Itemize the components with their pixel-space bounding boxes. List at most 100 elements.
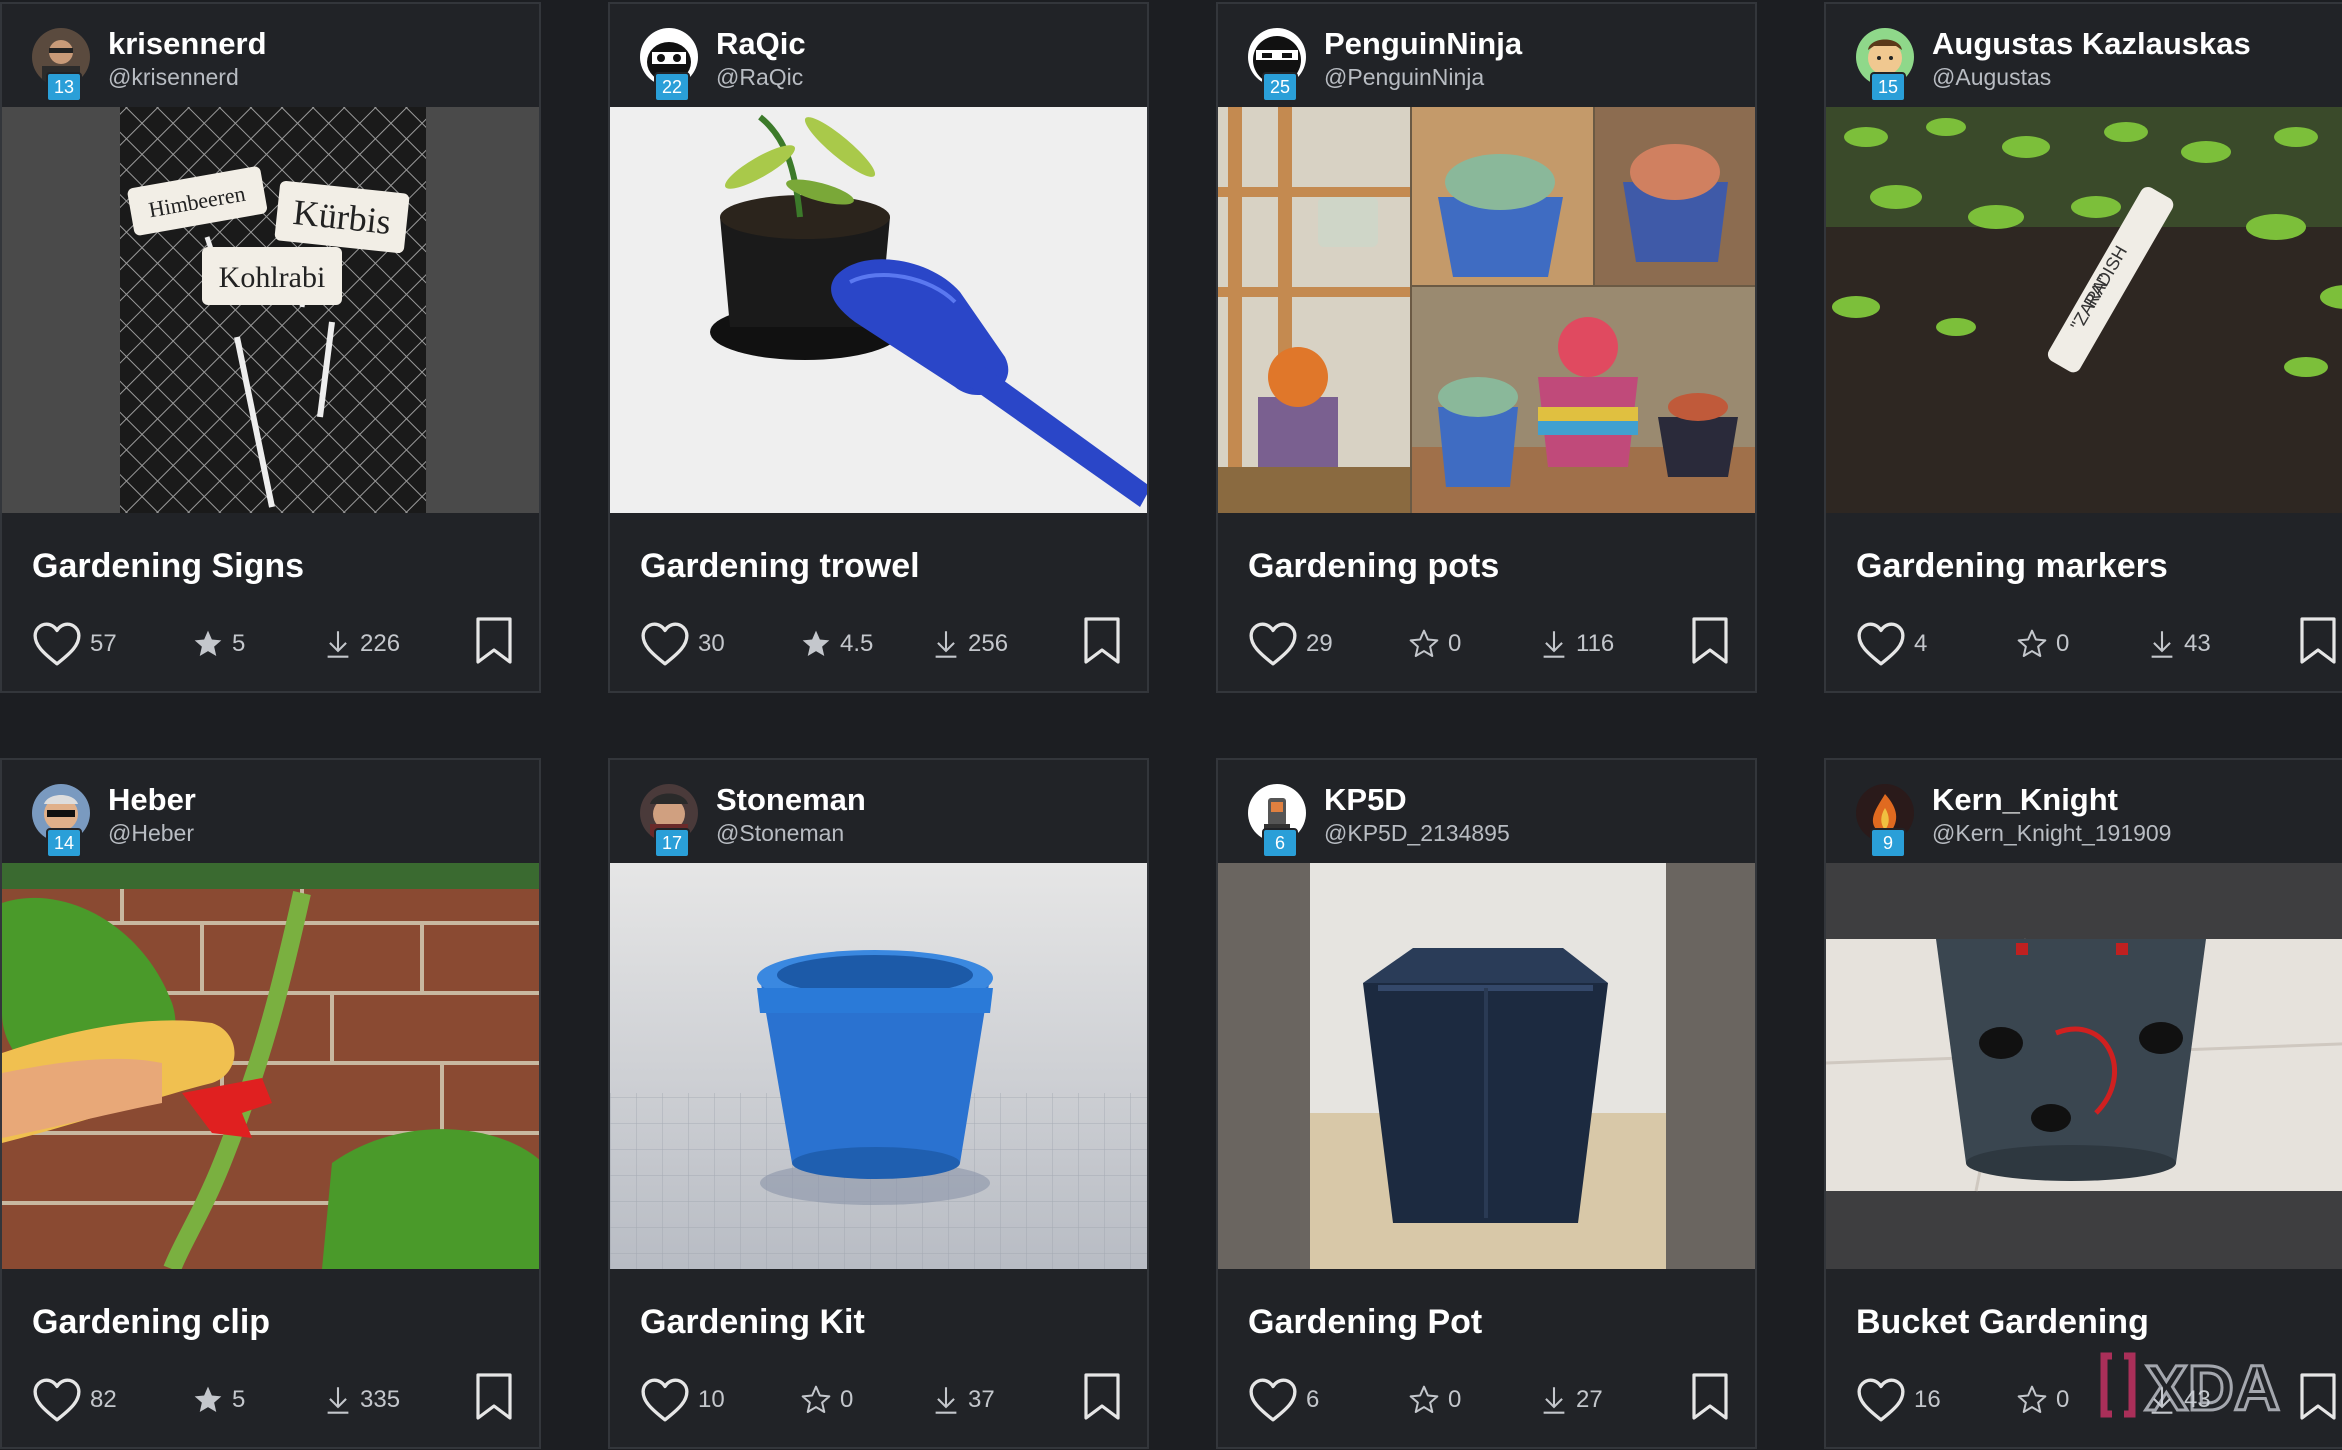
bookmark-button[interactable] (1082, 1372, 1122, 1427)
model-title[interactable]: Gardening trowel (640, 547, 920, 586)
author-handle[interactable]: @Heber (108, 820, 194, 847)
bookmark-button[interactable] (1082, 616, 1122, 671)
rating-value: 5 (232, 1386, 246, 1413)
level-badge: 17 (654, 828, 690, 858)
like-button[interactable]: 4 (1856, 614, 1927, 674)
author-name[interactable]: RaQic (716, 26, 806, 62)
model-card[interactable]: 25 PenguinNinja @PenguinNinja Gardening … (1216, 2, 1757, 693)
like-button[interactable]: 10 (640, 1370, 725, 1430)
rating: 0 (2016, 614, 2069, 674)
model-card[interactable]: 14 Heber @Heber Gardening clip 82 5 335 (0, 758, 541, 1449)
bookmark-icon (1084, 617, 1120, 664)
like-button[interactable]: 82 (32, 1370, 117, 1430)
star-outline-icon (1409, 1385, 1439, 1413)
author-handle[interactable]: @Augustas (1932, 64, 2051, 91)
model-title[interactable]: Gardening Kit (640, 1303, 865, 1342)
bookmark-icon (1692, 617, 1728, 664)
like-count: 29 (1306, 630, 1333, 657)
model-thumbnail[interactable] (1218, 107, 1755, 513)
card-stats: 10 0 37 (610, 1370, 1147, 1430)
bookmark-button[interactable] (474, 1372, 514, 1427)
level-badge: 14 (46, 828, 82, 858)
heart-icon (33, 1378, 81, 1422)
star-filled-icon (194, 1386, 222, 1412)
model-thumbnail[interactable] (1826, 863, 2342, 1269)
author-name[interactable]: Augustas Kazlauskas (1932, 26, 2251, 62)
author-handle[interactable]: @RaQic (716, 64, 803, 91)
level-badge: 13 (46, 72, 82, 102)
bookmark-button[interactable] (2298, 616, 2338, 671)
author-name[interactable]: krisennerd (108, 26, 267, 62)
like-count: 16 (1914, 1386, 1941, 1413)
rating: 5 (192, 1370, 245, 1430)
model-card[interactable]: 17 Stoneman @Stoneman Gardening Kit 10 0… (608, 758, 1149, 1449)
bookmark-button[interactable] (474, 616, 514, 671)
bookmark-icon (476, 617, 512, 664)
model-title[interactable]: Gardening Pot (1248, 1303, 1482, 1342)
download-value: 116 (1576, 630, 1615, 657)
heart-icon (641, 1378, 689, 1422)
model-card[interactable]: 22 RaQic @RaQic Gardening trowel 30 4.5 … (608, 2, 1149, 693)
like-button[interactable]: 57 (32, 614, 117, 674)
author-name[interactable]: KP5D (1324, 782, 1407, 818)
like-button[interactable]: 30 (640, 614, 725, 674)
like-button[interactable]: 29 (1248, 614, 1333, 674)
author-handle[interactable]: @krisennerd (108, 64, 239, 91)
heart-icon (1249, 622, 1297, 666)
author-name[interactable]: Heber (108, 782, 196, 818)
card-stats: 6 0 27 (1218, 1370, 1755, 1430)
model-card[interactable]: 13 krisennerd @krisennerd Himbeeren Kürb… (0, 2, 541, 693)
model-title[interactable]: Gardening pots (1248, 547, 1499, 586)
level-badge: 22 (654, 72, 690, 102)
download-icon (935, 1387, 957, 1414)
model-thumbnail[interactable] (1218, 863, 1755, 1269)
download-value: 37 (968, 1386, 995, 1413)
model-thumbnail[interactable] (2, 863, 539, 1269)
bookmark-button[interactable] (1690, 1372, 1730, 1427)
download-icon (1543, 631, 1565, 658)
like-count: 6 (1306, 1386, 1320, 1413)
bookmark-icon (476, 1373, 512, 1420)
card-header: 15 Augustas Kazlauskas @Augustas (1826, 4, 2342, 106)
like-count: 10 (698, 1386, 725, 1413)
author-handle[interactable]: @KP5D_2134895 (1324, 820, 1510, 847)
download-count: 37 (932, 1370, 995, 1430)
model-title[interactable]: Gardening markers (1856, 547, 2168, 586)
download-value: 226 (360, 630, 401, 657)
author-name[interactable]: Kern_Knight (1932, 782, 2118, 818)
download-value: 335 (360, 1386, 401, 1413)
model-card[interactable]: 6 KP5D @KP5D_2134895 Gardening Pot 6 0 2… (1216, 758, 1757, 1449)
rating: 5 (192, 614, 245, 674)
author-name[interactable]: PenguinNinja (1324, 26, 1522, 62)
model-thumbnail[interactable]: RADISH "ZARA" (1826, 107, 2342, 513)
download-icon (327, 631, 349, 658)
model-thumbnail[interactable] (610, 863, 1147, 1269)
star-outline-icon (1409, 629, 1439, 657)
bookmark-button[interactable] (1690, 616, 1730, 671)
card-header: 13 krisennerd @krisennerd (2, 4, 539, 106)
download-value: 27 (1576, 1386, 1603, 1413)
card-header: 14 Heber @Heber (2, 760, 539, 862)
model-thumbnail[interactable]: Himbeeren Kürbis Kohlrabi (2, 107, 539, 513)
model-grid: 13 krisennerd @krisennerd Himbeeren Kürb… (0, 0, 2342, 1450)
star-outline-icon (2017, 629, 2047, 657)
like-button[interactable]: 6 (1248, 1370, 1319, 1430)
model-title[interactable]: Gardening clip (32, 1303, 270, 1342)
download-count: 43 (2148, 614, 2211, 674)
rating-value: 5 (232, 630, 246, 657)
like-count: 4 (1914, 630, 1928, 657)
author-handle[interactable]: @Stoneman (716, 820, 844, 847)
like-button[interactable]: 16 (1856, 1370, 1941, 1430)
model-thumbnail[interactable] (610, 107, 1147, 513)
author-handle[interactable]: @PenguinNinja (1324, 64, 1484, 91)
rating: 0 (800, 1370, 853, 1430)
author-handle[interactable]: @Kern_Knight_191909 (1932, 820, 2171, 847)
model-title[interactable]: Bucket Gardening (1856, 1303, 2149, 1342)
author-name[interactable]: Stoneman (716, 782, 866, 818)
model-card[interactable]: 15 Augustas Kazlauskas @Augustas RADISH … (1824, 2, 2342, 693)
download-value: 256 (968, 630, 1009, 657)
bookmark-icon (1084, 1373, 1120, 1420)
heart-icon (1249, 1378, 1297, 1422)
like-count: 57 (90, 630, 117, 657)
model-title[interactable]: Gardening Signs (32, 547, 304, 586)
